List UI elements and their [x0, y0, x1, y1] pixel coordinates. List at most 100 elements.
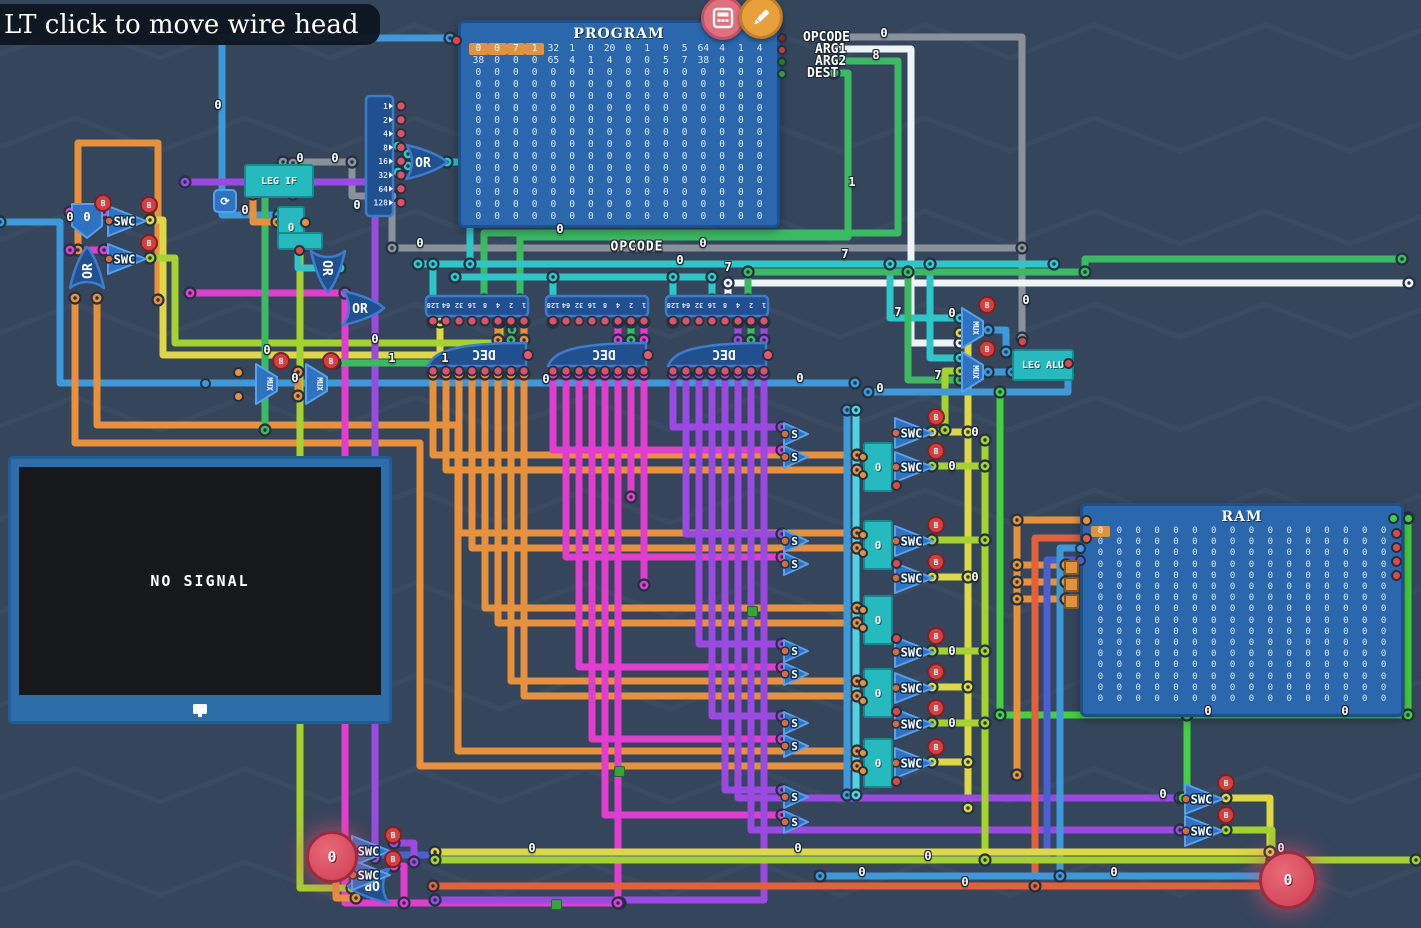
program-cell[interactable]: 0 [675, 127, 694, 139]
program-cell[interactable]: 65 [544, 55, 563, 67]
program-cell[interactable]: 0 [619, 187, 638, 199]
monitor[interactable]: NO SIGNAL [8, 456, 392, 724]
program-cell[interactable]: 0 [600, 151, 619, 163]
program-cell[interactable]: 0 [713, 199, 732, 211]
swc-switch[interactable]: SWCB [893, 524, 937, 558]
program-cell[interactable]: 0 [563, 67, 582, 79]
program-cell[interactable]: 0 [544, 163, 563, 175]
program-cell[interactable]: 0 [657, 211, 676, 223]
program-cell[interactable]: 0 [563, 79, 582, 91]
program-cell[interactable]: 32 [544, 43, 563, 55]
program-cell[interactable]: 0 [675, 67, 694, 79]
program-cell[interactable]: 0 [488, 175, 507, 187]
program-cell[interactable]: 0 [619, 139, 638, 151]
program-cell[interactable]: 0 [638, 175, 657, 187]
program-cell[interactable]: 0 [600, 211, 619, 223]
program-cell[interactable]: 0 [469, 151, 488, 163]
or-gate[interactable]: OR [340, 288, 386, 328]
s-component[interactable]: S [782, 661, 812, 687]
program-cell[interactable]: 0 [675, 151, 694, 163]
program-cell[interactable]: 0 [507, 55, 526, 67]
program-cell[interactable]: 0 [582, 187, 601, 199]
program-cell[interactable]: 0 [675, 91, 694, 103]
program-cell[interactable]: 0 [525, 175, 544, 187]
program-cell[interactable]: 0 [582, 151, 601, 163]
program-cell[interactable]: 0 [694, 211, 713, 223]
program-cell[interactable]: 0 [657, 79, 676, 91]
program-cell[interactable]: 0 [469, 43, 488, 55]
program-cell[interactable]: 0 [675, 103, 694, 115]
dec-decoder[interactable]: DEC [544, 340, 652, 376]
mux[interactable]: MUXB [254, 362, 280, 406]
program-cell[interactable]: 0 [563, 175, 582, 187]
program-cell[interactable]: 0 [600, 91, 619, 103]
swc-switch[interactable]: SWCB [1183, 814, 1227, 848]
program-cell[interactable]: 0 [713, 187, 732, 199]
program-cell[interactable]: 0 [694, 199, 713, 211]
program-cell[interactable]: 0 [638, 199, 657, 211]
program-cell[interactable]: 0 [582, 199, 601, 211]
byte-maker[interactable]: 1286432168421 [664, 294, 772, 326]
program-cell[interactable]: 0 [600, 175, 619, 187]
program-cell[interactable]: 0 [657, 187, 676, 199]
program-cell[interactable]: 4 [563, 55, 582, 67]
program-cell[interactable]: 0 [507, 163, 526, 175]
program-cell[interactable]: 0 [619, 127, 638, 139]
program-cell[interactable]: 0 [488, 91, 507, 103]
program-cell[interactable]: 0 [619, 55, 638, 67]
program-cell[interactable]: 0 [507, 91, 526, 103]
program-cell[interactable]: 0 [732, 211, 751, 223]
program-cell[interactable]: 7 [507, 43, 526, 55]
dec-decoder[interactable]: DEC [424, 340, 532, 376]
program-cell[interactable]: 0 [507, 199, 526, 211]
program-cell[interactable]: 0 [582, 115, 601, 127]
program-cell[interactable]: 0 [582, 67, 601, 79]
program-cell[interactable]: 0 [507, 103, 526, 115]
program-cell[interactable]: 1 [732, 43, 751, 55]
program-cell[interactable]: 0 [525, 79, 544, 91]
program-cell[interactable]: 0 [600, 115, 619, 127]
s-component[interactable]: S [782, 809, 812, 835]
program-cell[interactable]: 4 [750, 43, 769, 55]
program-cell[interactable]: 0 [638, 187, 657, 199]
program-cell[interactable]: 0 [488, 43, 507, 55]
program-cell[interactable]: 0 [507, 79, 526, 91]
program-cell[interactable]: 0 [638, 115, 657, 127]
program-cell[interactable]: 0 [525, 199, 544, 211]
program-cell[interactable]: 0 [525, 211, 544, 223]
program-cell[interactable]: 0 [600, 103, 619, 115]
swc-switch[interactable]: SWCB [893, 450, 937, 484]
program-cell[interactable]: 0 [544, 127, 563, 139]
program-cell[interactable]: 0 [732, 175, 751, 187]
wire[interactable] [1085, 259, 1402, 272]
program-cell[interactable]: 0 [488, 163, 507, 175]
program-cell[interactable]: 0 [732, 115, 751, 127]
or-gate[interactable]: OR [403, 142, 449, 182]
program-cell[interactable]: 0 [600, 79, 619, 91]
program-cell[interactable]: 0 [507, 127, 526, 139]
dec-decoder[interactable]: DEC [664, 340, 772, 376]
program-cell[interactable]: 0 [563, 163, 582, 175]
swc-switch[interactable]: SWCB [893, 746, 937, 780]
program-cell[interactable]: 0 [488, 139, 507, 151]
program-cell[interactable]: 0 [544, 91, 563, 103]
program-cell[interactable]: 0 [732, 55, 751, 67]
turing-complete-canvas[interactable]: LT click to move wire head PROGRAM 00713… [0, 0, 1421, 928]
flag-component[interactable]: 0B [70, 202, 104, 240]
program-cell[interactable]: 1 [525, 43, 544, 55]
program-cell[interactable]: 0 [638, 163, 657, 175]
program-cell[interactable]: 0 [544, 199, 563, 211]
program-cell[interactable]: 0 [657, 127, 676, 139]
program-cell[interactable]: 0 [638, 139, 657, 151]
swc-switch[interactable]: SWCB [106, 242, 150, 276]
program-cell[interactable]: 0 [732, 91, 751, 103]
program-cell[interactable]: 0 [638, 91, 657, 103]
program-cell[interactable]: 0 [694, 115, 713, 127]
program-cell[interactable]: 0 [750, 187, 769, 199]
program-cell[interactable]: 0 [563, 103, 582, 115]
program-cell[interactable]: 0 [525, 91, 544, 103]
program-cell[interactable]: 0 [525, 115, 544, 127]
program-cell[interactable]: 0 [750, 163, 769, 175]
program-cell[interactable]: 5 [675, 43, 694, 55]
program-cell[interactable]: 0 [619, 91, 638, 103]
